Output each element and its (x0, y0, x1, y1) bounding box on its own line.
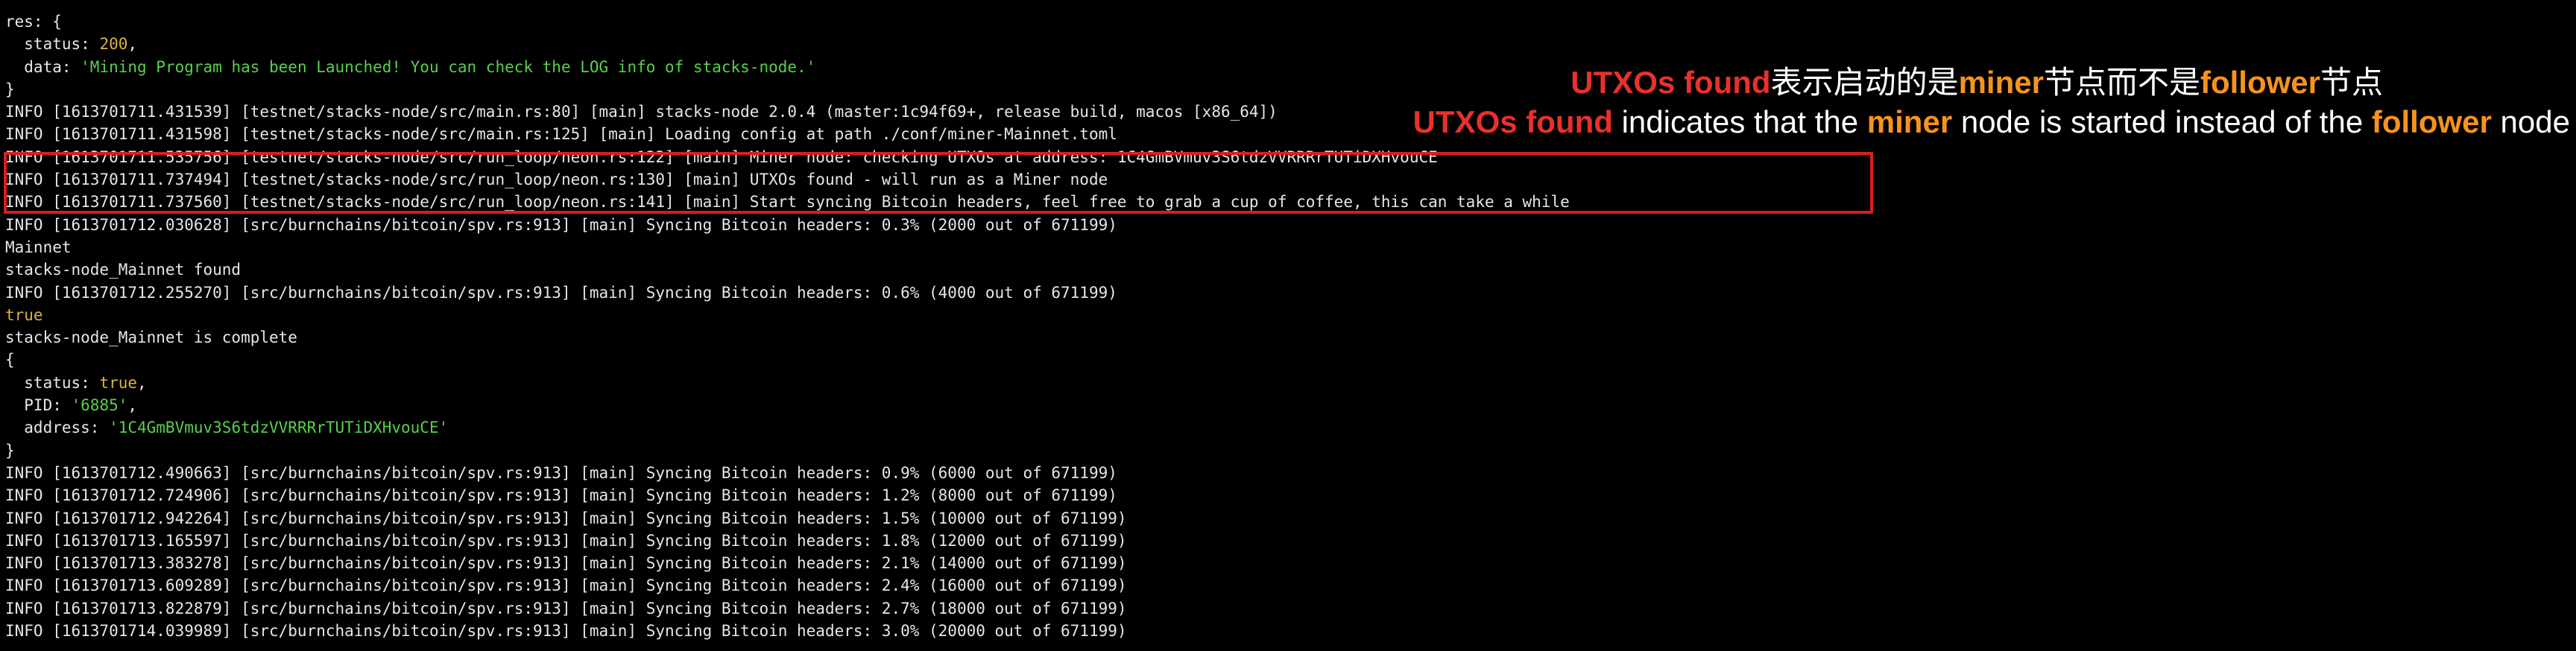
terminal-line: } (5, 78, 1570, 101)
terminal-window[interactable]: res: { status: 200, data: 'Mining Progra… (0, 0, 2576, 651)
annotation-en-utxos: UTXOs found (1412, 104, 1613, 139)
annotation-en-text1: indicates that the (1612, 104, 1867, 139)
terminal-text: INFO [1613701712.490663] [src/burnchains… (5, 463, 1117, 482)
terminal-line: } (5, 439, 1570, 462)
terminal-text: status: (5, 373, 100, 392)
terminal-text: stacks-node_Mainnet found (5, 261, 242, 279)
terminal-text: '1C4GmBVmuv3S6tdzVVRRRrTUTiDXHvouCE' (109, 419, 449, 437)
terminal-line: address: '1C4GmBVmuv3S6tdzVVRRRrTUTiDXHv… (5, 416, 1570, 439)
terminal-line: INFO [1613701712.030628] [src/burnchains… (5, 214, 1570, 236)
terminal-line: INFO [1613701712.255270] [src/burnchains… (5, 282, 1570, 304)
annotation-en-follower: follower (2371, 104, 2492, 139)
terminal-line: INFO [1613701711.431598] [testnet/stacks… (5, 123, 1570, 145)
annotation-zh-utxos: UTXOs found (1570, 65, 1771, 100)
terminal-text: INFO [1613701712.942264] [src/burnchains… (5, 509, 1127, 527)
terminal-line: INFO [1613701712.724906] [src/burnchains… (5, 484, 1570, 506)
terminal-text: Mainnet (5, 238, 72, 256)
terminal-line: res: { (5, 10, 1570, 33)
terminal-text: INFO [1613701713.822879] [src/burnchains… (5, 599, 1127, 617)
terminal-line: INFO [1613701712.490663] [src/burnchains… (5, 462, 1570, 484)
terminal-text: , (137, 373, 147, 392)
terminal-line: true (5, 304, 1570, 326)
terminal-text: INFO [1613701713.609289] [src/burnchains… (5, 577, 1127, 595)
terminal-line: Mainnet (5, 236, 1570, 258)
terminal-line: data: 'Mining Program has been Launched!… (5, 56, 1570, 78)
terminal-line: { (5, 349, 1570, 371)
terminal-text: '6885' (71, 396, 128, 415)
annotation-english: UTXOs found indicates that the miner nod… (1413, 107, 2570, 138)
terminal-text: 'Mining Program has been Launched! You c… (80, 57, 816, 76)
terminal-line: INFO [1613701712.942264] [src/burnchains… (5, 507, 1570, 530)
terminal-text: INFO [1613701714.039989] [src/burnchains… (5, 622, 1127, 641)
terminal-output: res: { status: 200, data: 'Mining Progra… (5, 10, 1570, 642)
annotation-zh-follower: follower (2200, 65, 2320, 100)
terminal-text: stacks-node_Mainnet is complete (5, 328, 297, 347)
annotation-zh-text2: 节点而不是 (2043, 65, 2200, 100)
terminal-line: INFO [1613701714.039989] [src/burnchains… (5, 620, 1570, 642)
terminal-line: stacks-node_Mainnet found (5, 258, 1570, 281)
terminal-line: PID: '6885', (5, 394, 1570, 416)
terminal-text: data: (5, 57, 81, 76)
terminal-line: INFO [1613701713.165597] [src/burnchains… (5, 530, 1570, 552)
annotation-zh-text3: 节点 (2320, 65, 2383, 100)
highlight-box (4, 152, 1873, 214)
terminal-text: address: (5, 419, 110, 437)
terminal-text: } (5, 441, 15, 460)
terminal-line: status: 200, (5, 33, 1570, 55)
terminal-line: INFO [1613701713.383278] [src/burnchains… (5, 552, 1570, 574)
terminal-text: INFO [1613701712.724906] [src/burnchains… (5, 486, 1117, 505)
terminal-line: INFO [1613701713.822879] [src/burnchains… (5, 597, 1570, 620)
terminal-text: { (5, 351, 15, 369)
terminal-text: res: { (5, 13, 62, 31)
terminal-text: INFO [1613701713.165597] [src/burnchains… (5, 531, 1127, 550)
terminal-text: true (5, 305, 43, 324)
terminal-text: INFO [1613701713.383278] [src/burnchains… (5, 554, 1127, 573)
terminal-line: INFO [1613701713.609289] [src/burnchains… (5, 574, 1570, 597)
terminal-line: INFO [1613701711.431539] [testnet/stacks… (5, 101, 1570, 123)
terminal-line: stacks-node_Mainnet is complete (5, 326, 1570, 349)
terminal-text: 200 (99, 35, 128, 54)
terminal-text: PID: (5, 396, 72, 415)
annotation-en-text2: node is started instead of the (1952, 104, 2372, 139)
terminal-text: } (5, 80, 15, 98)
terminal-text: true (99, 373, 138, 392)
annotation-en-miner: miner (1866, 104, 1953, 139)
terminal-text: INFO [1613701711.431598] [testnet/stacks… (5, 125, 1117, 144)
terminal-text: , (127, 35, 138, 54)
annotation-chinese: UTXOs found表示启动的是miner节点而不是follower节点 (1570, 67, 2383, 98)
annotation-zh-miner: miner (1958, 65, 2044, 100)
annotation-en-text3: node (2491, 104, 2570, 139)
terminal-text: INFO [1613701712.030628] [src/burnchains… (5, 215, 1117, 234)
terminal-text: , (127, 396, 138, 415)
terminal-text: status: (5, 35, 100, 54)
annotation-zh-text1: 表示启动的是 (1770, 65, 1959, 100)
terminal-text: INFO [1613701712.255270] [src/burnchains… (5, 283, 1117, 302)
terminal-line: status: true, (5, 372, 1570, 394)
terminal-text: INFO [1613701711.431539] [testnet/stacks… (5, 103, 1278, 121)
